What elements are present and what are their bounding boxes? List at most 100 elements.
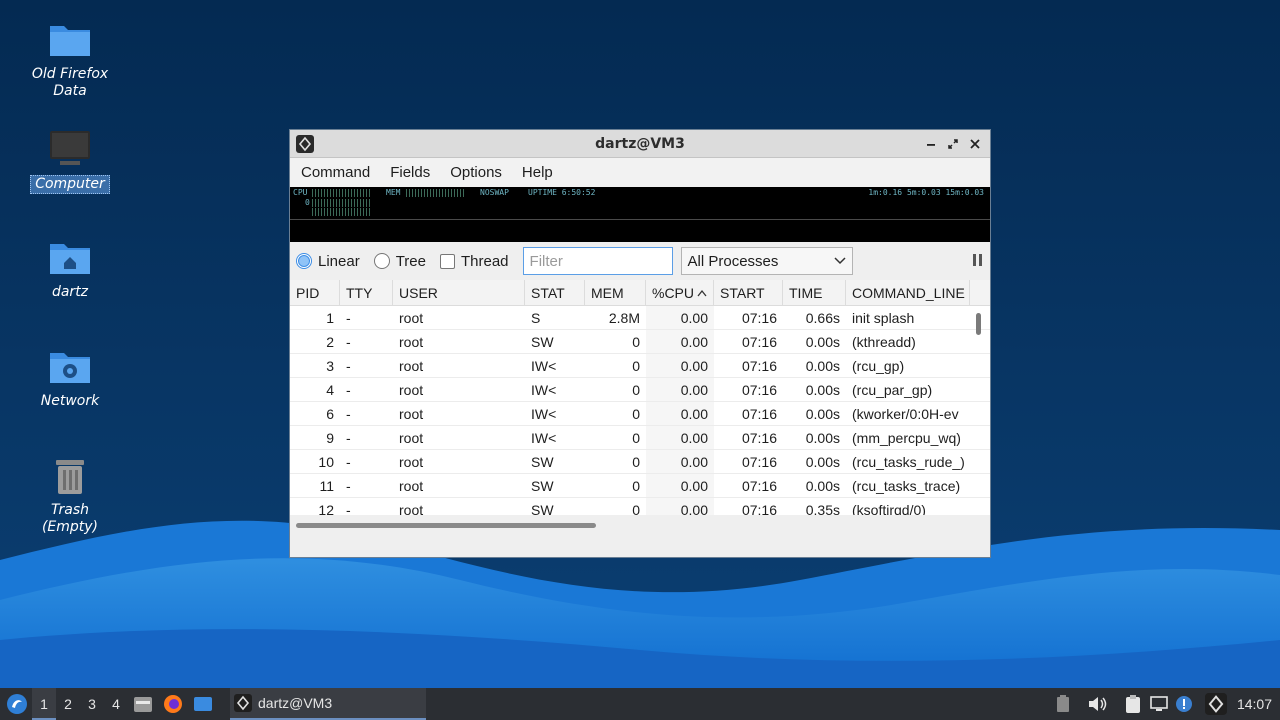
clipboard-icon[interactable] [1123,694,1143,714]
column-pid[interactable]: PID [290,280,340,305]
show-desktop-icon[interactable] [192,693,214,715]
trash-icon [56,460,84,494]
battery-icon[interactable] [1055,695,1071,713]
firefox-icon[interactable] [162,693,184,715]
cell-start: 07:16 [741,478,777,494]
cell-mem: 0 [632,382,640,398]
column-command-line[interactable]: COMMAND_LINE [846,280,970,305]
taskbar-window-button[interactable]: dartz@VM3 [230,688,426,720]
cell-time: 0.00s [805,358,840,374]
cell-pid: 12 [318,502,334,515]
cell-stat: IW< [531,430,557,446]
cell-mem: 0 [632,358,640,374]
clock[interactable]: 14:07 [1237,696,1272,712]
minimize-icon [927,143,935,146]
column-tty[interactable]: TTY [340,280,393,305]
pause-button[interactable] [973,254,982,266]
desktop-icon-network[interactable]: Network [20,345,120,410]
cpu-core-bar [312,208,372,216]
update-notifier-icon[interactable] [1175,695,1193,713]
process-viewer-tray-icon[interactable] [1204,693,1227,715]
cell-user: root [399,358,424,374]
load-average-label: 1m:0.16 5m:0.03 15m:0.03 [868,188,984,197]
cell-tty: - [346,310,351,326]
table-row[interactable]: 6- root IW< 0 0.00 07:16 0.00s (kworker/0:0H-ev [290,402,990,426]
menu-options[interactable]: Options [440,164,512,181]
menu-fields[interactable]: Fields [380,164,440,181]
noswap-label: NOSWAP [480,188,509,197]
desktop-icon-dartz-home[interactable]: dartz [20,236,120,301]
cell-cpu: 0.00 [646,330,714,353]
start-menu-icon[interactable] [6,693,28,715]
cell-pid: 1 [326,310,334,326]
menu-bar: Command Fields Options Help [290,158,990,187]
menu-help[interactable]: Help [512,164,563,181]
close-button[interactable] [966,135,984,153]
cell-mem: 0 [632,454,640,470]
column-user[interactable]: USER [393,280,525,305]
cell-pid: 10 [318,454,334,470]
table-row[interactable]: 1- root S 2.8M 0.00 07:16 0.66s init splash [290,306,990,330]
view-toolbar: Linear Tree Thread All Processes [290,242,990,280]
cell-cpu: 0.00 [646,450,714,473]
cell-time: 0.00s [805,430,840,446]
cpu-meter-bar [312,189,372,197]
column-cpu-label: %CPU [652,284,695,301]
network-status-icon[interactable] [1149,695,1169,713]
cell-cpu: 0.00 [646,354,714,377]
column-cpu[interactable]: %CPU [646,280,714,305]
maximize-button[interactable] [944,135,962,153]
menu-command[interactable]: Command [291,164,380,181]
desktop-icon-label: dartz [51,284,89,300]
window-titlebar[interactable]: dartz@VM3 [290,130,990,158]
tree-label: Tree [395,252,426,270]
process-filter-select[interactable]: All Processes [680,247,853,275]
workspace-4[interactable]: 4 [104,696,128,712]
table-row[interactable]: 10- root SW 0 0.00 07:16 0.00s (rcu_tasks_rude_… [290,450,990,474]
cell-time: 0.00s [805,454,840,470]
cell-command-line: (rcu_tasks_trace) [852,478,961,494]
vertical-scrollbar[interactable] [976,313,981,335]
workspace-3[interactable]: 3 [80,696,104,712]
cell-tty: - [346,358,351,374]
workspace-2[interactable]: 2 [56,696,80,712]
volume-icon[interactable] [1087,695,1107,713]
cell-user: root [399,334,424,350]
cell-mem: 0 [632,430,640,446]
desktop-icon-old-firefox-data[interactable]: Old Firefox Data [20,18,120,100]
cell-mem: 0 [632,502,640,515]
cell-pid: 9 [326,430,334,446]
cell-stat: SW [531,502,554,515]
desktop-icon-computer[interactable]: Computer [20,127,120,194]
table-row[interactable]: 12- root SW 0 0.00 07:16 0.35s (ksoftirqd/0) [290,498,990,515]
desktop-icon-label: Computer [30,175,110,194]
column-start[interactable]: START [714,280,783,305]
table-row[interactable]: 3- root IW< 0 0.00 07:16 0.00s (rcu_gp) [290,354,990,378]
column-stat[interactable]: STAT [525,280,585,305]
column-time[interactable]: TIME [783,280,846,305]
table-row[interactable]: 11- root SW 0 0.00 07:16 0.00s (rcu_tasks_trace… [290,474,990,498]
system-tray: 14:07 [1055,693,1272,715]
horizontal-scrollbar[interactable] [296,523,596,528]
cell-pid: 6 [326,406,334,422]
thread-checkbox[interactable]: Thread [440,253,509,270]
mem-meter-bar [406,189,466,197]
filter-input[interactable] [522,247,673,275]
minimize-button[interactable] [922,135,940,153]
cell-start: 07:16 [741,334,777,350]
file-manager-icon[interactable] [132,693,154,715]
cell-stat: IW< [531,358,557,374]
table-row[interactable]: 4- root IW< 0 0.00 07:16 0.00s (rcu_par_gp) [290,378,990,402]
table-row[interactable]: 9- root IW< 0 0.00 07:16 0.00s (mm_percpu_wq) [290,426,990,450]
desktop-icon-trash[interactable]: Trash (Empty) [20,454,120,536]
cell-command-line: (kworker/0:0H-ev [852,406,959,422]
maximize-icon [948,138,958,149]
linear-label: Linear [318,252,360,270]
column-mem[interactable]: MEM [585,280,646,305]
table-row[interactable]: 2- root SW 0 0.00 07:16 0.00s (kthreadd) [290,330,990,354]
cell-user: root [399,310,424,326]
workspace-1[interactable]: 1 [32,688,56,720]
tree-radio[interactable]: Tree [373,252,426,270]
linear-radio[interactable]: Linear [296,253,360,270]
uptime-label: UPTIME 6:50:52 [528,188,596,197]
